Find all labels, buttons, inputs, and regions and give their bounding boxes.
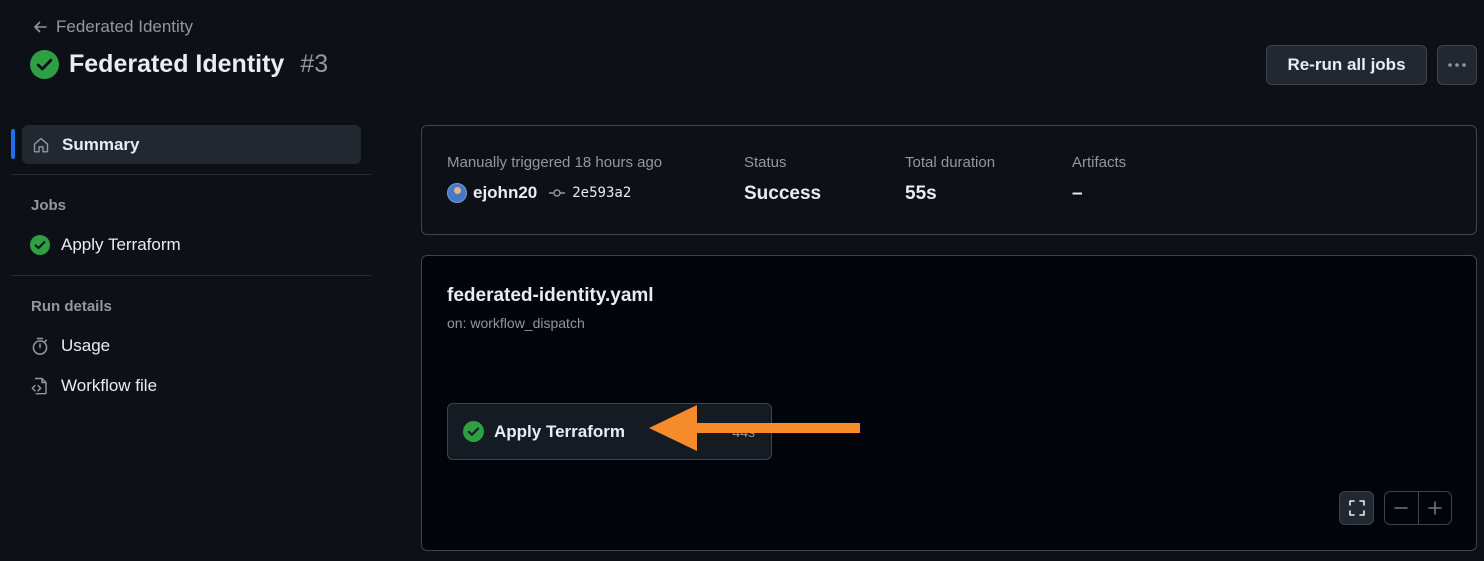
zoom-out-button[interactable] <box>1385 492 1418 524</box>
sidebar-item-summary[interactable]: Summary <box>22 125 361 164</box>
sidebar-item-apply-terraform[interactable]: Apply Terraform <box>30 235 181 255</box>
trigger-label: Manually triggered 18 hours ago <box>447 154 663 171</box>
page-title: Federated Identity #3 <box>30 50 328 79</box>
avatar <box>447 183 467 203</box>
back-link-label[interactable]: Federated Identity <box>56 17 193 37</box>
run-details-heading: Run details <box>31 298 112 315</box>
sidebar-item-label: Summary <box>62 134 140 154</box>
sidebar-item-label: Usage <box>61 336 111 355</box>
active-indicator <box>11 129 15 159</box>
run-number: #3 <box>300 50 329 78</box>
artifacts-value: – <box>1072 183 1083 204</box>
jobs-heading: Jobs <box>31 197 67 214</box>
run-title: Federated Identity <box>69 50 285 78</box>
back-link[interactable]: Federated Identity <box>32 17 193 37</box>
stopwatch-icon <box>32 337 48 355</box>
status-value: Success <box>744 183 822 204</box>
git-commit-icon <box>549 189 566 197</box>
actor-link[interactable]: ejohn20 <box>447 183 537 203</box>
plus-icon <box>1427 501 1442 515</box>
annotation-arrow-icon <box>649 405 860 451</box>
sidebar-divider <box>11 275 371 276</box>
workflow-file-name[interactable]: federated-identity.yaml <box>447 285 654 307</box>
sidebar-divider <box>11 174 371 175</box>
commit-link[interactable]: 2e593a2 <box>549 185 631 201</box>
kebab-horizontal-icon <box>1448 63 1466 67</box>
sidebar-item-label: Workflow file <box>61 376 158 395</box>
rerun-all-jobs-button[interactable]: Re-run all jobs <box>1266 45 1427 85</box>
sidebar-item-workflow-file[interactable]: Workflow file <box>30 376 157 396</box>
zoom-in-button[interactable] <box>1417 492 1452 524</box>
run-summary-card <box>421 125 1477 235</box>
check-circle-icon <box>463 421 484 442</box>
more-options-button[interactable] <box>1437 45 1477 85</box>
check-circle-icon <box>30 50 59 79</box>
commit-sha[interactable]: 2e593a2 <box>572 185 631 201</box>
screen-full-icon <box>1348 500 1365 516</box>
status-label: Status <box>744 154 787 171</box>
sidebar-item-usage[interactable]: Usage <box>30 336 110 356</box>
zoom-controls <box>1384 491 1452 525</box>
artifacts-label: Artifacts <box>1072 154 1127 171</box>
trigger-details: ejohn20 2e593a2 <box>447 183 631 203</box>
home-icon <box>33 137 49 152</box>
actor-name[interactable]: ejohn20 <box>473 183 537 203</box>
duration-label: Total duration <box>905 154 996 171</box>
minus-icon <box>1394 507 1409 509</box>
fullscreen-button[interactable] <box>1339 491 1374 525</box>
check-circle-icon <box>30 235 50 255</box>
workflow-trigger: on: workflow_dispatch <box>447 315 585 331</box>
job-node-label: Apply Terraform <box>494 421 625 441</box>
sidebar-item-label: Apply Terraform <box>61 235 181 254</box>
file-code-icon <box>31 377 47 395</box>
duration-value: 55s <box>905 183 937 204</box>
arrow-left-icon <box>34 21 47 33</box>
